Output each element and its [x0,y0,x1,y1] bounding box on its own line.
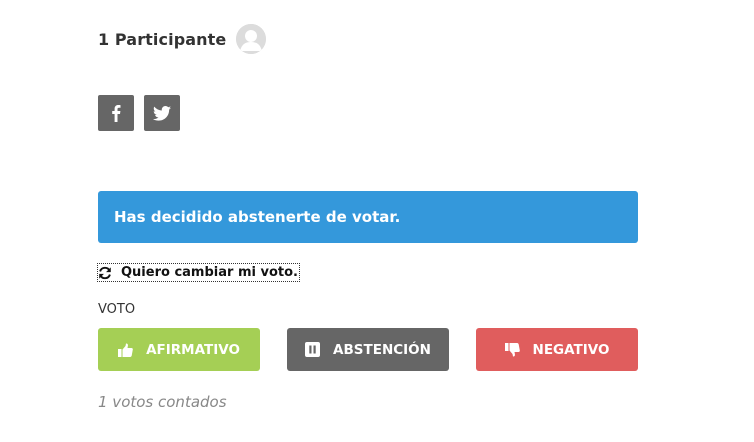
refresh-icon [99,266,111,279]
alert-message: Has decidido abstenerte de votar. [114,208,401,226]
avatar[interactable] [236,24,267,54]
thumbs-up-icon [118,342,133,357]
vote-buttons: AFIRMATIVO ABSTENCIÓN NEGATIVO [98,328,638,371]
participants-row: 1 Participante [98,24,267,54]
pause-icon [305,342,321,357]
vote-page: 1 Participante Has decidido abstenerte d… [0,0,754,442]
facebook-icon [112,105,121,122]
votes-count: 1 votos contados [98,393,227,411]
vote-no-label: NEGATIVO [532,341,610,358]
thumbs-down-icon [504,342,520,357]
abstention-alert: Has decidido abstenerte de votar. [98,191,638,243]
user-icon [236,24,267,54]
facebook-share-button[interactable] [98,95,134,131]
vote-abstain-label: ABSTENCIÓN [333,341,431,358]
twitter-icon [153,105,171,121]
vote-no-button[interactable]: NEGATIVO [476,328,638,371]
vote-yes-label: AFIRMATIVO [146,341,240,358]
change-vote-label: Quiero cambiar mi voto. [121,265,298,280]
change-vote-link[interactable]: Quiero cambiar mi voto. [97,263,300,282]
twitter-share-button[interactable] [144,95,180,131]
social-share-buttons [98,95,180,131]
vote-abstain-button[interactable]: ABSTENCIÓN [287,328,449,371]
vote-section-label: VOTO [98,302,136,317]
participants-count: 1 Participante [98,29,227,49]
vote-yes-button[interactable]: AFIRMATIVO [98,328,260,371]
